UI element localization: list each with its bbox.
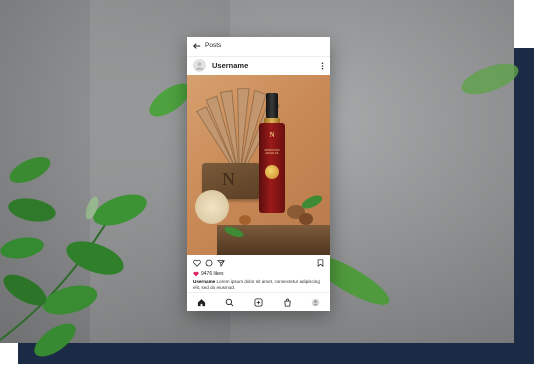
- username[interactable]: Username: [212, 61, 321, 70]
- post-actions: [187, 257, 330, 269]
- bottle-label-line: ARGAN OIL: [265, 152, 279, 155]
- shop-icon[interactable]: [283, 298, 292, 307]
- search-icon[interactable]: [225, 298, 234, 307]
- back-label[interactable]: Posts: [205, 42, 221, 49]
- argan-fruit-illustration: [265, 165, 279, 179]
- green-leaf-decoration: [301, 195, 323, 209]
- argan-nut: [239, 215, 251, 225]
- argan-oil-bottle: N MOROCCAN ARGAN OIL: [259, 123, 285, 213]
- post-image[interactable]: N N MOROCCAN ARGAN OIL: [187, 75, 330, 255]
- more-vertical-icon[interactable]: [321, 62, 324, 70]
- bottle-dropper: [266, 93, 278, 119]
- bookmark-icon[interactable]: [317, 259, 324, 267]
- avatar[interactable]: [193, 59, 206, 72]
- leaves-left-decoration: [0, 157, 147, 357]
- profile-placeholder-icon: [195, 62, 204, 70]
- likes-label: 9476 likes: [201, 271, 224, 277]
- phone-mockup: Posts Username N N MOROCCAN ARGAN OIL 94…: [187, 37, 330, 310]
- add-post-icon[interactable]: [254, 297, 263, 307]
- green-leaf-decoration: [224, 226, 244, 238]
- profile-icon[interactable]: [311, 298, 320, 307]
- arrow-left-icon[interactable]: [193, 42, 201, 50]
- argan-nut: [299, 213, 313, 225]
- post-caption: Username Lorem ipsum dolor sit amet, con…: [193, 279, 325, 291]
- likes-count[interactable]: 9476 likes: [193, 271, 224, 277]
- home-icon[interactable]: [197, 298, 206, 307]
- top-bar: Posts: [187, 37, 330, 54]
- heart-filled-icon: [193, 271, 199, 277]
- post-header: Username: [187, 56, 330, 74]
- loofah: [195, 190, 229, 224]
- heart-icon[interactable]: [193, 259, 201, 267]
- comment-icon[interactable]: [205, 259, 213, 267]
- soap-logo: N: [222, 169, 235, 189]
- leaf-top-right-decoration: [461, 63, 519, 95]
- send-icon[interactable]: [217, 259, 225, 267]
- bottle-logo: N: [269, 131, 275, 139]
- bottom-nav: [187, 292, 330, 311]
- bottle-label: MOROCCAN ARGAN OIL: [261, 149, 283, 155]
- caption-username[interactable]: Username: [193, 279, 215, 284]
